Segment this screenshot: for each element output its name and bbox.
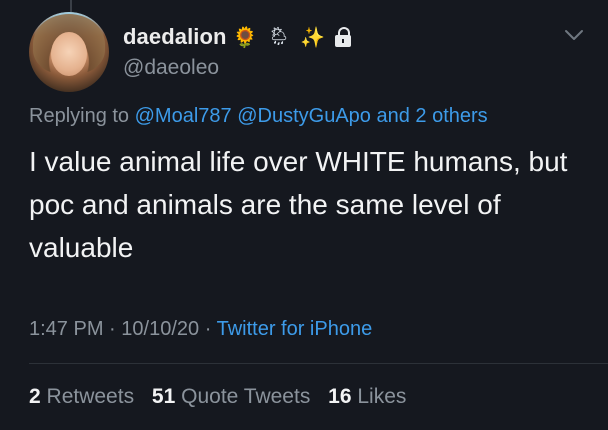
mention-link-others[interactable]: and 2 others	[376, 105, 487, 127]
likes-stat[interactable]: 16 Likes	[328, 385, 406, 408]
mention-link-moal787[interactable]: @Moal787	[135, 105, 232, 127]
thread-connector-line	[70, 0, 72, 12]
user-name-row: daedalion 🌻 🌦 ✨	[123, 22, 352, 52]
quote-tweets-label: Quote Tweets	[181, 385, 311, 408]
tweet-card: daedalion 🌻 🌦 ✨ @daeoleo Replying to @Mo…	[0, 0, 608, 430]
user-handle[interactable]: @daeoleo	[123, 56, 219, 80]
lock-icon	[335, 27, 352, 47]
avatar-face	[51, 32, 87, 76]
replying-to-line: Replying to @Moal787 @DustyGuApo and 2 o…	[29, 105, 488, 128]
replying-prefix: Replying to	[29, 105, 130, 127]
meta-separator: ·	[109, 318, 116, 340]
tweet-stats: 2 Retweets 51 Quote Tweets 16 Likes	[29, 385, 406, 409]
sparkles-emoji-icon: ✨	[300, 25, 326, 49]
tweet-time[interactable]: 1:47 PM	[29, 318, 103, 340]
tweet-text: I value animal life over WHITE humans, b…	[29, 146, 568, 263]
chevron-down-icon[interactable]	[563, 28, 585, 42]
retweets-stat[interactable]: 2 Retweets	[29, 385, 146, 408]
tweet-date[interactable]: 10/10/20	[121, 318, 199, 340]
avatar[interactable]	[29, 12, 109, 92]
tweet-meta: 1:47 PM · 10/10/20 · Twitter for iPhone	[29, 318, 372, 341]
sunflower-emoji-icon: 🌻	[232, 25, 258, 49]
rain-cloud-emoji-icon: 🌦	[267, 26, 291, 47]
retweets-label: Retweets	[46, 385, 135, 408]
display-name[interactable]: daedalion	[123, 24, 227, 50]
likes-count: 16	[328, 385, 352, 408]
meta-separator: ·	[204, 318, 212, 340]
divider	[29, 363, 608, 364]
likes-label: Likes	[357, 385, 407, 408]
retweets-count: 2	[29, 385, 41, 408]
quote-tweets-count: 51	[151, 385, 176, 408]
mention-link-dustyguapo[interactable]: @DustyGuApo	[237, 105, 371, 127]
quote-tweets-stat[interactable]: 51 Quote Tweets	[152, 385, 322, 408]
tweet-source-link[interactable]: Twitter for iPhone	[217, 318, 373, 340]
